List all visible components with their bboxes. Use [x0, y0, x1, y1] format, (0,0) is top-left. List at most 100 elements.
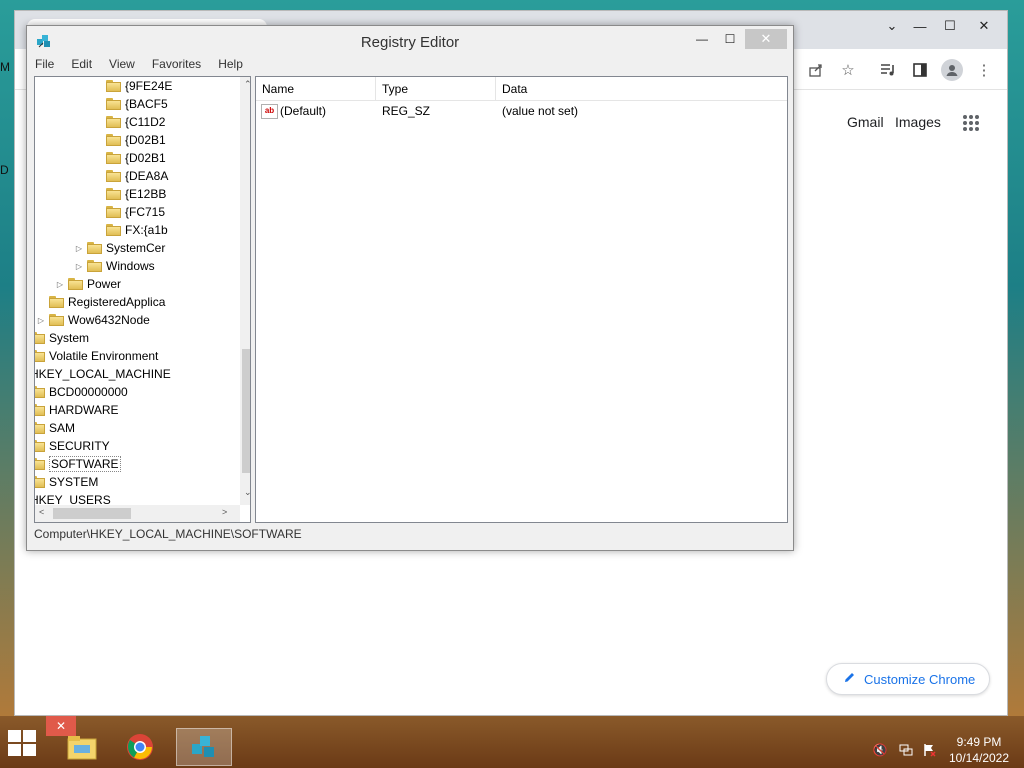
tree-item[interactable]: {E12BB	[93, 185, 166, 203]
tree-item[interactable]: {C11D2	[93, 113, 165, 131]
menu-edit[interactable]: Edit	[69, 57, 94, 75]
scroll-right-icon[interactable]: >	[222, 507, 227, 517]
folder-icon	[106, 134, 121, 146]
regedit-statusbar: Computer\HKEY_LOCAL_MACHINE\SOFTWARE	[34, 527, 302, 541]
tree-item-label: {FC715	[125, 205, 166, 219]
chrome-taskbar-icon[interactable]	[112, 728, 168, 766]
tree-vertical-scrollbar[interactable]: ⌃ ⌄	[240, 77, 250, 505]
desktop-icon-label[interactable]: D	[0, 163, 9, 177]
menu-file[interactable]: File	[33, 57, 56, 75]
customize-chrome-button[interactable]: Customize Chrome	[826, 663, 990, 695]
tree-item[interactable]: ▷SOFTWARE	[35, 455, 121, 473]
tree-item[interactable]: {FC715	[93, 203, 165, 221]
menu-favorites[interactable]: Favorites	[150, 57, 203, 75]
side-panel-icon[interactable]	[909, 59, 931, 81]
media-control-icon[interactable]	[877, 59, 899, 81]
registry-tree-pane[interactable]: {9FE24E {BACF5 {C11D2 {D02B1 {D02B1 {DEA8A {E1…	[34, 76, 251, 523]
tree-item-label: FX:{a1b	[125, 223, 168, 237]
folder-icon	[106, 224, 121, 236]
column-header-name[interactable]: Name	[256, 77, 376, 101]
tree-item-label: {9FE24E	[125, 79, 173, 93]
start-button[interactable]	[8, 730, 38, 758]
folder-icon	[106, 188, 121, 200]
tab-search-icon[interactable]: ⌄	[877, 15, 907, 37]
folder-icon	[35, 440, 45, 452]
profile-avatar-icon[interactable]	[941, 59, 963, 81]
tree-hscroll-thumb[interactable]	[53, 508, 131, 519]
network-icon[interactable]	[898, 742, 914, 758]
tree-item-label: HKEY_LOCAL_MACHINE	[34, 367, 171, 381]
expand-arrow-icon[interactable]: ▷	[74, 262, 84, 271]
tree-item-label: Volatile Environment	[49, 349, 159, 363]
tree-item-label: BCD00000000	[49, 385, 128, 399]
tree-item-label: System	[49, 331, 90, 345]
folder-icon	[49, 314, 64, 326]
tree-item-label: Windows	[106, 259, 155, 273]
folder-icon	[106, 152, 121, 164]
regedit-titlebar[interactable]: Registry Editor — ☐ ✕	[27, 26, 793, 56]
column-header-data[interactable]: Data	[496, 77, 787, 101]
tree-item[interactable]: ▷System	[35, 329, 90, 347]
tree-item[interactable]: ▷SAM	[35, 419, 75, 437]
tree-item[interactable]: {D02B1	[93, 131, 166, 149]
folder-icon	[35, 422, 45, 434]
tree-item[interactable]: ▷BCD00000000	[35, 383, 128, 401]
tree-horizontal-scrollbar[interactable]: < >	[35, 505, 240, 522]
value-name: (Default)	[280, 104, 327, 118]
scroll-down-icon[interactable]: ⌄	[244, 487, 250, 498]
tree-item[interactable]: {9FE24E	[93, 77, 172, 95]
tree-item[interactable]: ▷HARDWARE	[35, 401, 119, 419]
folder-icon	[35, 332, 45, 344]
expand-arrow-icon[interactable]: ▷	[36, 316, 46, 325]
more-menu-icon[interactable]: ⋮	[973, 59, 995, 81]
folder-icon	[106, 116, 121, 128]
tree-item[interactable]: SECURITY	[35, 437, 110, 455]
tree-item[interactable]: {DEA8A	[93, 167, 168, 185]
minimize-button[interactable]: —	[905, 15, 935, 37]
tree-item[interactable]: {D02B1	[93, 149, 166, 167]
folder-icon	[87, 260, 102, 272]
tree-item[interactable]: ▷ Wow6432Node	[36, 311, 150, 329]
scroll-up-icon[interactable]: ⌃	[244, 79, 250, 90]
scroll-left-icon[interactable]: <	[39, 507, 44, 517]
tree-item-label: {D02B1	[125, 151, 166, 165]
folder-icon	[106, 98, 121, 110]
folder-icon	[106, 170, 121, 182]
regedit-minimize-button[interactable]: —	[689, 29, 715, 49]
tree-item[interactable]: ▷Volatile Environment	[35, 347, 159, 365]
regedit-menubar: File Edit View Favorites Help	[33, 57, 245, 75]
tree-item[interactable]: ▷ SystemCer	[74, 239, 165, 257]
maximize-button[interactable]: ☐	[935, 15, 965, 37]
regedit-maximize-button[interactable]: ☐	[717, 29, 743, 49]
regedit-close-button[interactable]: ✕	[745, 29, 787, 49]
desktop-icon-label[interactable]: M	[0, 60, 10, 74]
bookmark-star-icon[interactable]: ☆	[837, 59, 859, 81]
tree-item[interactable]: ◢HKEY_LOCAL_MACHINE	[34, 365, 171, 383]
registry-values-pane[interactable]: Name Type Data ab (Default) REG_SZ (valu…	[255, 76, 788, 523]
close-button[interactable]: ✕	[969, 15, 999, 37]
images-link[interactable]: Images	[895, 114, 941, 130]
tree-item[interactable]: RegisteredApplica	[36, 293, 165, 311]
folder-icon	[35, 350, 45, 362]
tree-item[interactable]: FX:{a1b	[93, 221, 168, 239]
tree-item[interactable]: ▷SYSTEM	[35, 473, 98, 491]
action-center-icon[interactable]	[922, 742, 938, 758]
tree-item[interactable]: ▷ Windows	[74, 257, 155, 275]
regedit-taskbar-icon[interactable]	[176, 728, 232, 766]
tree-item[interactable]: {BACF5	[93, 95, 168, 113]
registry-value-row[interactable]: ab (Default) REG_SZ (value not set)	[256, 103, 787, 121]
google-apps-icon[interactable]	[963, 115, 979, 131]
expand-arrow-icon[interactable]: ▷	[74, 244, 84, 253]
column-header-type[interactable]: Type	[376, 77, 496, 101]
tree-item[interactable]: ▷ Power	[55, 275, 121, 293]
tree-vscroll-thumb[interactable]	[242, 349, 250, 473]
share-icon[interactable]	[805, 59, 827, 81]
tree-item-label: {E12BB	[125, 187, 167, 201]
expand-arrow-icon[interactable]: ▷	[55, 280, 65, 289]
file-explorer-icon[interactable]	[54, 728, 110, 766]
taskbar-clock[interactable]: 9:49 PM 10/14/2022	[944, 734, 1014, 766]
gmail-link[interactable]: Gmail	[847, 114, 884, 130]
volume-muted-icon[interactable]: 🔇	[872, 742, 888, 758]
menu-help[interactable]: Help	[216, 57, 245, 75]
menu-view[interactable]: View	[107, 57, 137, 75]
